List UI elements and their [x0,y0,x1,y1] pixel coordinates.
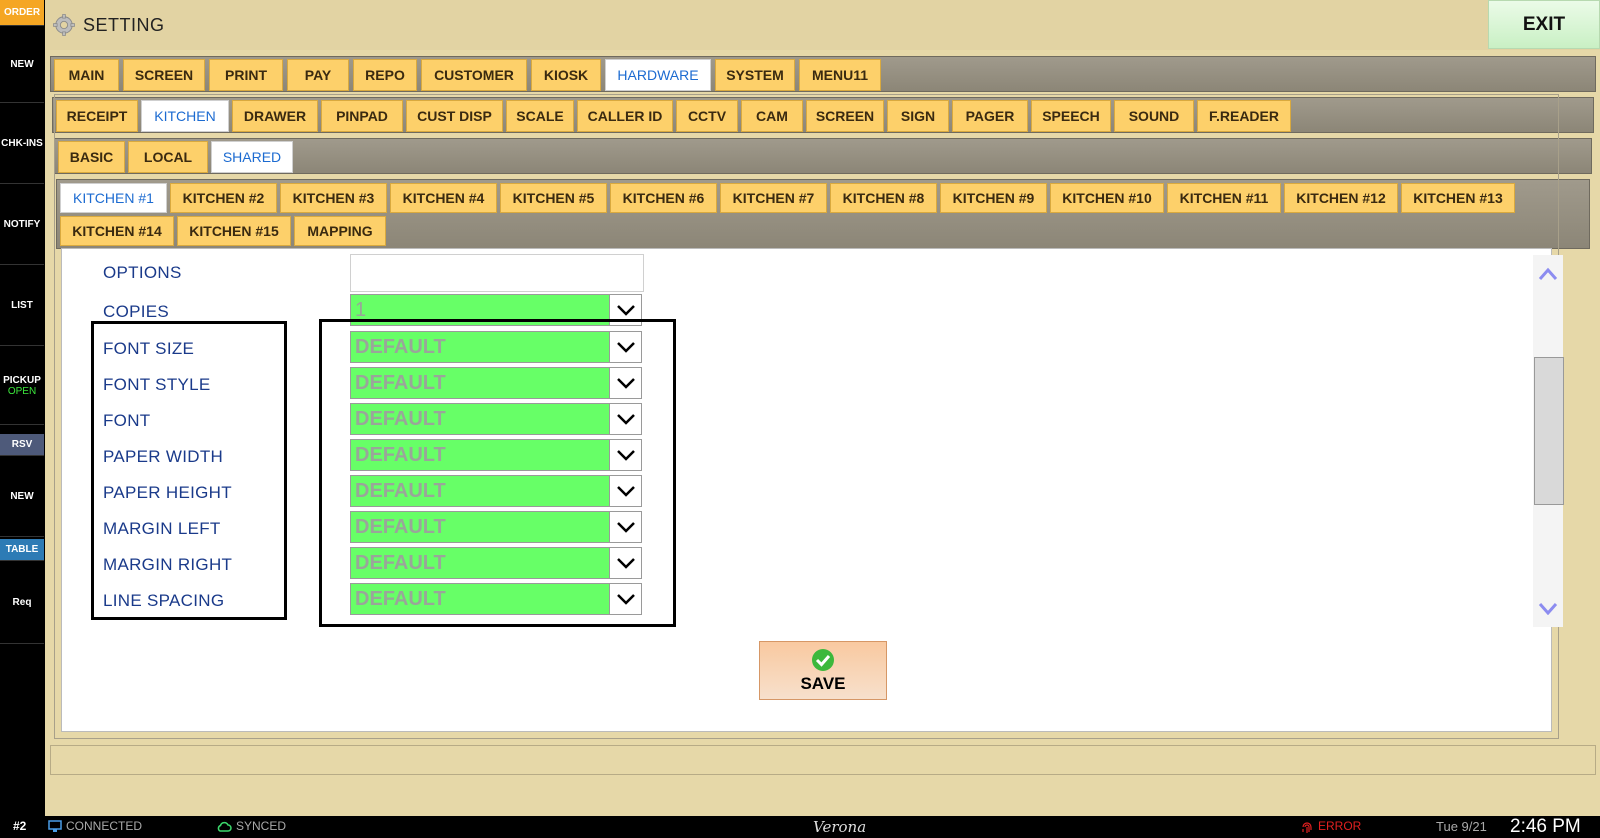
font-style-value: DEFAULT [355,372,446,394]
margin-right-label: MARGIN RIGHT [103,555,233,574]
left-sidebar: ORDER NEW CHK-INS NOTIFY LIST PICKUP OPE… [0,0,44,816]
options-field[interactable] [350,254,644,292]
font-size-value: DEFAULT [355,336,446,358]
tab-kiosk[interactable]: KIOSK [531,59,601,91]
font-size-select[interactable]: DEFAULT [350,331,642,363]
sync-status: SYNCED [236,819,287,833]
save-label: SAVE [800,673,846,693]
tab-hardware[interactable]: HARDWARE [605,59,711,91]
status-date: Tue 9/21 [1436,819,1487,834]
chevron-down-icon[interactable] [609,332,641,362]
margin-left-label: MARGIN LEFT [103,519,221,538]
font-value: DEFAULT [355,408,446,430]
chevron-down-icon[interactable] [609,404,641,434]
scrollbar-thumb[interactable] [1534,357,1564,505]
status-time: 2:46 PM [1510,816,1581,837]
pickup-status: OPEN [7,385,37,397]
font-select[interactable]: DEFAULT [350,403,642,435]
tab-screen[interactable]: SCREEN [123,59,205,91]
sidebar-item-order[interactable]: ORDER [0,0,44,26]
paper-height-select[interactable]: DEFAULT [350,475,642,507]
options-label: OPTIONS [103,263,182,282]
selects-highlight-box [319,319,676,627]
labels-highlight-box [91,321,287,620]
vertical-scrollbar[interactable] [1533,255,1564,627]
sidebar-item-chk-ins[interactable]: CHK-INS [0,104,44,184]
tab-menu11[interactable]: MENU11 [799,59,881,91]
save-button[interactable]: SAVE [759,641,887,700]
paper-height-value: DEFAULT [355,480,446,502]
connection-status: CONNECTED [66,819,143,833]
paper-height-label: PAPER HEIGHT [103,483,232,502]
line-spacing-label: LINE SPACING [103,591,225,610]
error-indicator[interactable]: ERROR [1318,819,1361,833]
cloud-icon [217,821,232,832]
station-number: #2 [13,819,27,833]
margin-left-select[interactable]: DEFAULT [350,511,642,543]
margin-right-value: DEFAULT [355,552,446,574]
tab-customer[interactable]: CUSTOMER [421,59,527,91]
font-style-select[interactable]: DEFAULT [350,367,642,399]
settings-panel: OPTIONS COPIES 1 FONT SIZE FONT STYLE FO… [61,248,1564,732]
main-area: SETTING EXIT MAIN SCREEN PRINT PAY REPO … [45,0,1600,816]
main-tab-bar: MAIN SCREEN PRINT PAY REPO CUSTOMER KIOS… [50,56,1596,92]
paper-width-value: DEFAULT [355,444,446,466]
tab-system[interactable]: SYSTEM [715,59,795,91]
copies-label: COPIES [103,302,170,321]
sidebar-item-rsv[interactable]: RSV [0,434,44,456]
bottom-strip [50,745,1596,775]
fingerprint-icon [1302,822,1312,833]
chevron-down-icon[interactable] [609,512,641,542]
tab-print[interactable]: PRINT [209,59,283,91]
page-title: SETTING [83,15,165,35]
sidebar-item-pickup[interactable]: PICKUP OPEN [0,347,44,425]
paper-width-label: PAPER WIDTH [103,447,224,466]
margin-right-select[interactable]: DEFAULT [350,547,642,579]
paper-width-select[interactable]: DEFAULT [350,439,642,471]
font-label: FONT [103,411,151,430]
margin-left-value: DEFAULT [355,516,446,538]
sidebar-item-new[interactable]: NEW [0,27,44,103]
store-name: Verona [813,818,867,836]
header: SETTING EXIT [45,0,1600,50]
exit-button[interactable]: EXIT [1488,0,1600,49]
chevron-down-icon[interactable] [609,440,641,470]
sidebar-item-new-2[interactable]: NEW [0,457,44,537]
tab-repo[interactable]: REPO [353,59,417,91]
sidebar-item-list[interactable]: LIST [0,266,44,346]
line-spacing-select[interactable]: DEFAULT [350,583,642,615]
tab-main[interactable]: MAIN [54,59,119,91]
sidebar-item-notify[interactable]: NOTIFY [0,185,44,265]
sidebar-item-req[interactable]: Req [0,562,44,644]
line-spacing-value: DEFAULT [355,588,446,610]
chevron-down-icon[interactable] [1538,601,1558,615]
checkmark-icon [812,648,834,671]
tab-pay[interactable]: PAY [287,59,349,91]
chevron-down-icon[interactable] [609,584,641,614]
font-size-label: FONT SIZE [103,339,195,358]
gear-icon [53,14,75,36]
status-bar: #2 CONNECTED SYNCED Verona ERROR Tue 9/2… [0,816,1600,837]
network-icon [48,820,62,832]
chevron-down-icon[interactable] [609,548,641,578]
chevron-down-icon[interactable] [609,476,641,506]
chevron-up-icon[interactable] [1538,267,1558,281]
sidebar-item-table[interactable]: TABLE [0,539,44,561]
chevron-down-icon[interactable] [609,368,641,398]
font-style-label: FONT STYLE [103,375,211,394]
